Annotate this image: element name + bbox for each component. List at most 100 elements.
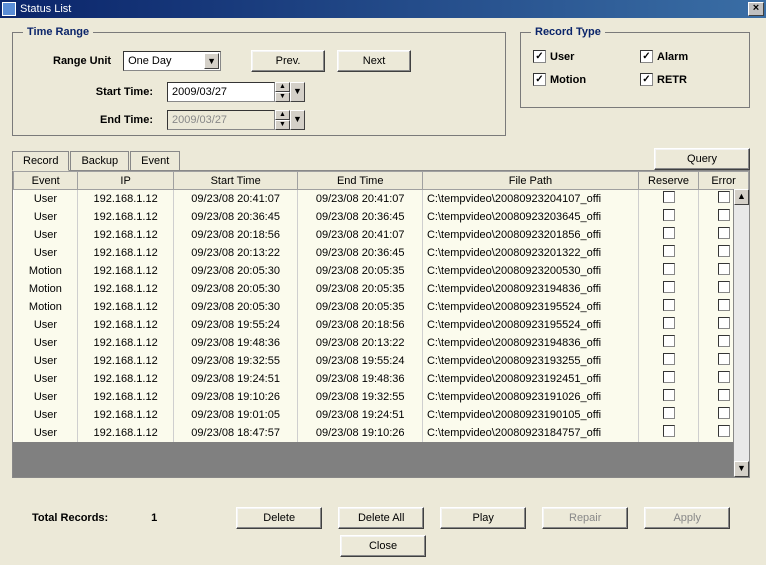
cell-ip: 192.168.1.12 [78, 190, 174, 208]
close-icon[interactable]: × [748, 2, 764, 16]
total-records-value: 1 [124, 512, 184, 524]
cell-reserve[interactable] [638, 262, 698, 280]
record-type-group: Record Type ✓User ✓Alarm ✓Motion ✓RETR [520, 26, 750, 108]
scroll-track[interactable] [734, 205, 749, 461]
prev-button[interactable]: Prev. [251, 50, 325, 72]
user-checkbox[interactable]: ✓User [533, 50, 630, 63]
tab-backup[interactable]: Backup [70, 151, 129, 170]
scroll-down-icon[interactable]: ▼ [734, 461, 749, 477]
col-event[interactable]: Event [14, 172, 78, 190]
cell-reserve[interactable] [638, 190, 698, 208]
cell-start: 09/23/08 20:05:30 [173, 298, 298, 316]
table-row[interactable]: User192.168.1.1209/23/08 19:01:0509/23/0… [14, 406, 749, 424]
scroll-up-icon[interactable]: ▲ [734, 189, 749, 205]
retr-checkbox[interactable]: ✓RETR [640, 73, 737, 86]
cell-reserve[interactable] [638, 244, 698, 262]
table-row[interactable]: User192.168.1.1209/23/08 19:10:2609/23/0… [14, 388, 749, 406]
query-button[interactable]: Query [654, 148, 750, 170]
cell-start: 09/23/08 18:47:57 [173, 424, 298, 442]
tab-record[interactable]: Record [12, 151, 69, 171]
table-row[interactable]: User192.168.1.1209/23/08 18:47:5709/23/0… [14, 424, 749, 442]
cell-reserve[interactable] [638, 208, 698, 226]
start-time-input[interactable]: 2009/03/27 [167, 82, 275, 102]
delete-all-button[interactable]: Delete All [338, 507, 424, 529]
alarm-checkbox[interactable]: ✓Alarm [640, 50, 737, 63]
cell-reserve[interactable] [638, 298, 698, 316]
cell-file: C:\tempvideo\20080923191026_offi [422, 388, 638, 406]
table-row[interactable]: Motion192.168.1.1209/23/08 20:05:3009/23… [14, 280, 749, 298]
table-row[interactable]: User192.168.1.1209/23/08 19:32:5509/23/0… [14, 352, 749, 370]
cell-ip: 192.168.1.12 [78, 262, 174, 280]
cell-ip: 192.168.1.12 [78, 370, 174, 388]
start-time-label: Start Time: [23, 86, 153, 98]
cell-reserve[interactable] [638, 424, 698, 442]
footer: Total Records: 1 Delete Delete All Play … [12, 507, 754, 529]
cell-end: 09/23/08 20:13:22 [298, 334, 423, 352]
col-file[interactable]: File Path [422, 172, 638, 190]
cell-ip: 192.168.1.12 [78, 280, 174, 298]
cell-start: 09/23/08 20:05:30 [173, 280, 298, 298]
motion-checkbox[interactable]: ✓Motion [533, 73, 630, 86]
cell-start: 09/23/08 19:32:55 [173, 352, 298, 370]
table-row[interactable]: User192.168.1.1209/23/08 20:13:2209/23/0… [14, 244, 749, 262]
cell-start: 09/23/08 20:05:30 [173, 262, 298, 280]
range-unit-combo[interactable]: One Day ▼ [123, 51, 221, 71]
col-error[interactable]: Error [699, 172, 749, 190]
cell-event: User [14, 370, 78, 388]
cell-reserve[interactable] [638, 226, 698, 244]
cell-event: User [14, 406, 78, 424]
cell-end: 09/23/08 19:10:26 [298, 424, 423, 442]
chevron-down-icon[interactable]: ▼ [204, 53, 219, 69]
cell-reserve[interactable] [638, 370, 698, 388]
col-ip[interactable]: IP [78, 172, 174, 190]
table-row[interactable]: User192.168.1.1209/23/08 20:36:4509/23/0… [14, 208, 749, 226]
cell-reserve[interactable] [638, 334, 698, 352]
next-button[interactable]: Next [337, 50, 411, 72]
cell-start: 09/23/08 20:13:22 [173, 244, 298, 262]
cell-end: 09/23/08 20:41:07 [298, 190, 423, 208]
cell-reserve[interactable] [638, 280, 698, 298]
cell-event: User [14, 334, 78, 352]
cell-file: C:\tempvideo\20080923195524_offi [422, 316, 638, 334]
cell-end: 09/23/08 20:05:35 [298, 262, 423, 280]
col-end[interactable]: End Time [298, 172, 423, 190]
end-time-spinner[interactable]: ▲▼ [275, 110, 290, 130]
cell-start: 09/23/08 19:10:26 [173, 388, 298, 406]
cell-ip: 192.168.1.12 [78, 352, 174, 370]
table-row[interactable]: User192.168.1.1209/23/08 20:41:0709/23/0… [14, 190, 749, 208]
cell-ip: 192.168.1.12 [78, 298, 174, 316]
vertical-scrollbar[interactable]: ▲ ▼ [733, 189, 749, 477]
delete-button[interactable]: Delete [236, 507, 322, 529]
cell-ip: 192.168.1.12 [78, 334, 174, 352]
cell-reserve[interactable] [638, 406, 698, 424]
cell-ip: 192.168.1.12 [78, 244, 174, 262]
start-time-spinner[interactable]: ▲▼ [275, 82, 290, 102]
apply-button: Apply [644, 507, 730, 529]
table-row[interactable]: Motion192.168.1.1209/23/08 20:05:3009/23… [14, 262, 749, 280]
close-button[interactable]: Close [340, 535, 426, 557]
table-row[interactable]: Motion192.168.1.1209/23/08 20:05:3009/23… [14, 298, 749, 316]
cell-end: 09/23/08 19:32:55 [298, 388, 423, 406]
col-start[interactable]: Start Time [173, 172, 298, 190]
cell-reserve[interactable] [638, 316, 698, 334]
cell-start: 09/23/08 19:55:24 [173, 316, 298, 334]
record-type-legend: Record Type [531, 26, 605, 38]
cell-end: 09/23/08 20:05:35 [298, 280, 423, 298]
table-row[interactable]: User192.168.1.1209/23/08 19:55:2409/23/0… [14, 316, 749, 334]
col-reserve[interactable]: Reserve [638, 172, 698, 190]
cell-end: 09/23/08 20:36:45 [298, 208, 423, 226]
cell-ip: 192.168.1.12 [78, 406, 174, 424]
table-row[interactable]: User192.168.1.1209/23/08 19:48:3609/23/0… [14, 334, 749, 352]
cell-end: 09/23/08 20:41:07 [298, 226, 423, 244]
cell-ip: 192.168.1.12 [78, 208, 174, 226]
table-row[interactable]: User192.168.1.1209/23/08 19:24:5109/23/0… [14, 370, 749, 388]
cell-start: 09/23/08 19:48:36 [173, 334, 298, 352]
cell-reserve[interactable] [638, 388, 698, 406]
cell-reserve[interactable] [638, 352, 698, 370]
table-row[interactable]: User192.168.1.1209/23/08 20:18:5609/23/0… [14, 226, 749, 244]
play-button[interactable]: Play [440, 507, 526, 529]
start-time-dropdown[interactable]: ▼ [290, 82, 305, 102]
tab-event[interactable]: Event [130, 151, 180, 170]
cell-start: 09/23/08 19:24:51 [173, 370, 298, 388]
end-time-dropdown[interactable]: ▼ [290, 110, 305, 130]
